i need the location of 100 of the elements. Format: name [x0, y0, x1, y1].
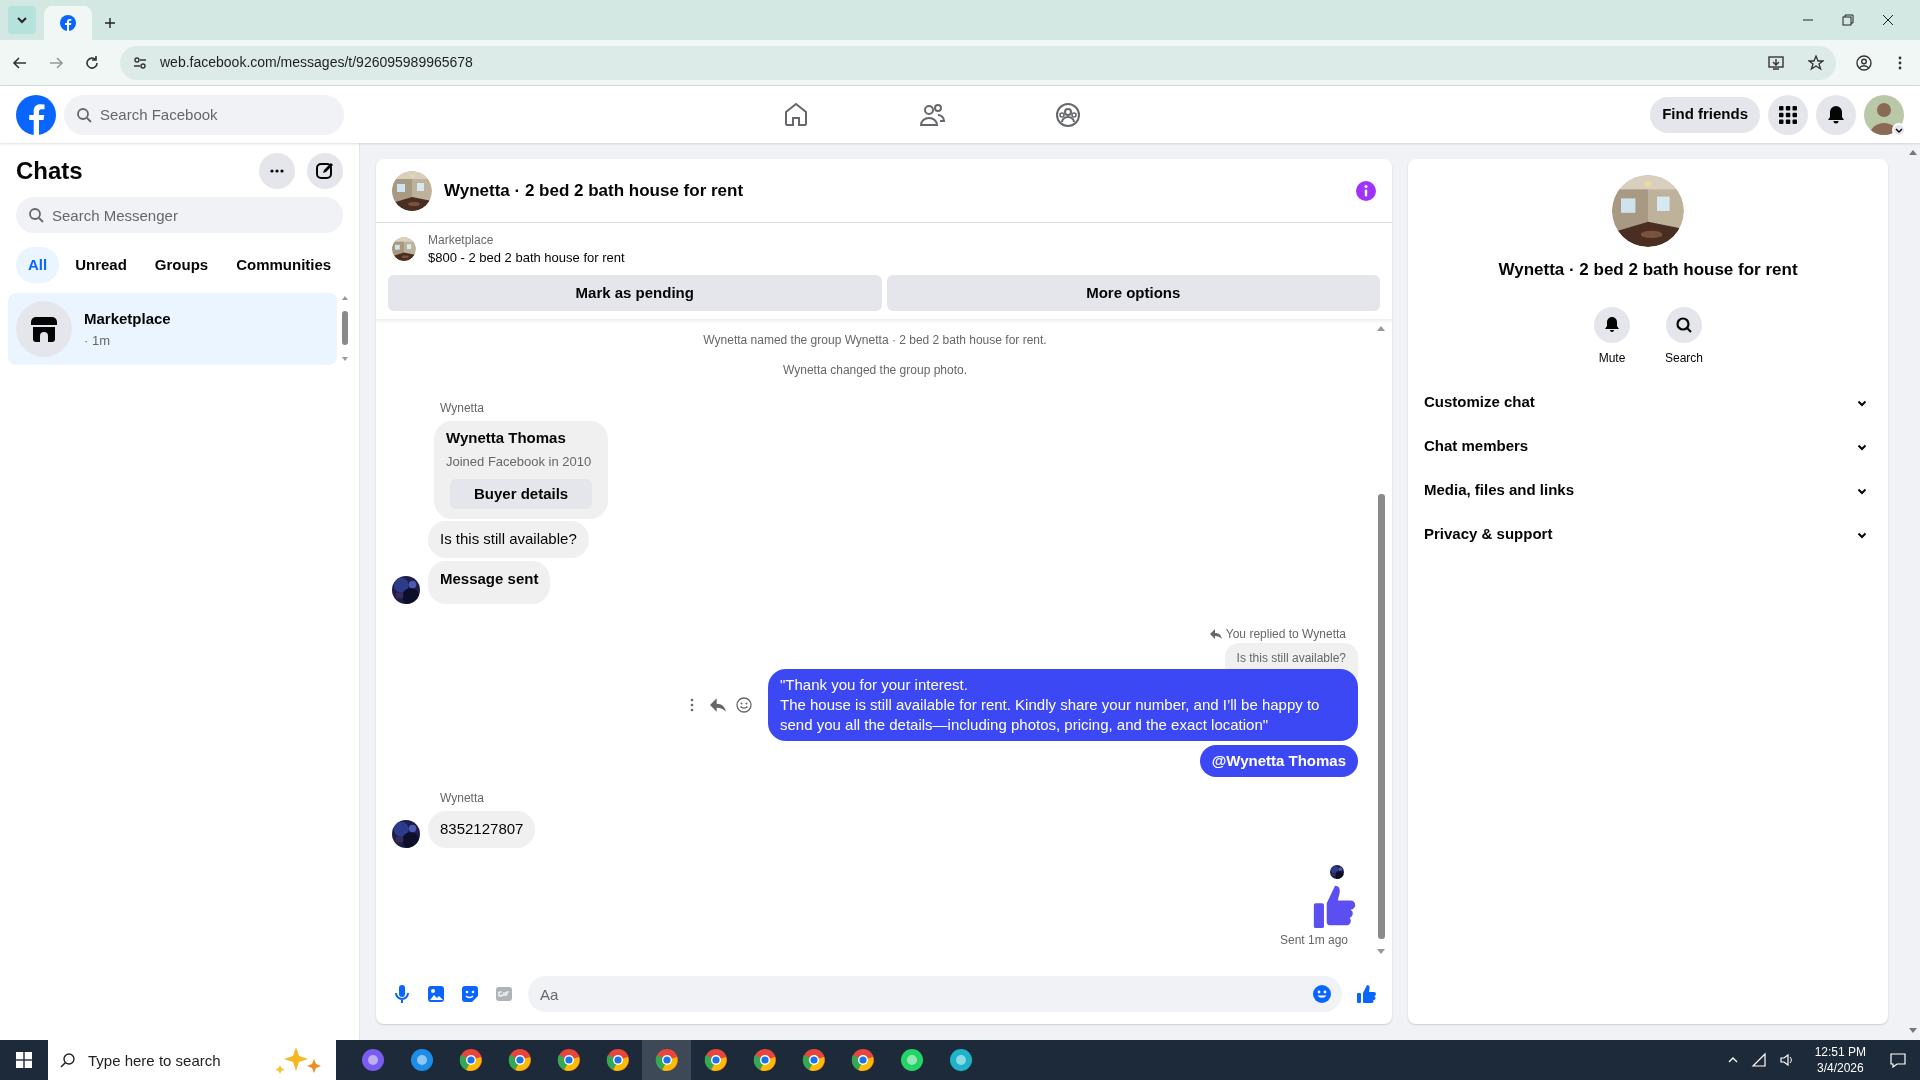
more-options-button[interactable]	[259, 153, 295, 189]
emoji-icon[interactable]	[736, 697, 752, 713]
facebook-logo-icon	[60, 15, 76, 31]
action-label: Search	[1665, 349, 1703, 367]
notifications-button[interactable]	[1816, 94, 1856, 135]
section-row[interactable]: Chat members	[1424, 424, 1872, 469]
chat-title: Wynetta · 2 bed 2 bath house for rent	[444, 179, 745, 202]
system-message: Wynetta changed the group photo.	[783, 362, 967, 379]
compose-icon	[315, 161, 335, 181]
back-icon[interactable]	[12, 54, 28, 71]
section-row[interactable]: Customize chat	[1424, 380, 1872, 425]
emoji-icon[interactable]	[1312, 984, 1332, 1004]
search-icon	[1674, 314, 1694, 335]
chat-time: · 1m	[84, 331, 111, 350]
message-bubble: "Thank you for your interest. The house is still available for rent. Kindly share your number, and I’ll be happy to send you all the details—including photos, pricing, and the exact location"	[768, 669, 1358, 741]
facebook-logo-icon[interactable]	[16, 94, 56, 135]
chrome-icon[interactable]	[556, 1048, 581, 1072]
chrome-icon[interactable]	[801, 1048, 826, 1072]
windows-start-icon[interactable]	[16, 1052, 32, 1068]
card-name: Wynetta Thomas	[446, 428, 567, 448]
find-friends-button[interactable]: Find friends	[1650, 96, 1760, 133]
action-button[interactable]: More options	[886, 275, 1380, 311]
message-bubble: 8352127807	[428, 811, 536, 848]
search-field[interactable]: Search Facebook	[64, 94, 344, 135]
details-title: Wynetta · 2 bed 2 bath house for rent	[1498, 259, 1798, 281]
chrome-icon[interactable]	[703, 1048, 728, 1072]
section-row[interactable]: Media, files and links	[1424, 468, 1872, 513]
reply-icon[interactable]	[710, 697, 726, 713]
filter-tab[interactable]: Unread	[63, 247, 139, 283]
chrome-icon[interactable]	[654, 1048, 679, 1072]
search-icon	[28, 207, 44, 223]
whatsapp-icon[interactable]	[899, 1048, 924, 1072]
chat-list-item[interactable]: Marketplace · 1m	[8, 293, 337, 365]
section-label: Chat members	[1424, 436, 1530, 457]
thumbs-up-icon[interactable]	[1356, 984, 1376, 1004]
browser-tab[interactable]	[44, 6, 92, 40]
forward-icon[interactable]	[48, 54, 64, 71]
microphone-icon[interactable]	[392, 984, 412, 1004]
chrome-icon[interactable]	[850, 1048, 875, 1072]
new-tab-icon[interactable]	[104, 17, 116, 29]
close-icon[interactable]	[1882, 14, 1894, 26]
info-icon[interactable]	[1356, 180, 1376, 201]
bell-icon	[1602, 314, 1622, 335]
taskbar-search-field[interactable]: Type here to search	[48, 1040, 336, 1080]
action-button[interactable]: Mark as pending	[388, 275, 882, 311]
listing-title: $800 - 2 bed 2 bath house for rent	[428, 249, 625, 267]
search-button[interactable]	[1666, 306, 1702, 343]
filter-tab[interactable]: Groups	[142, 247, 221, 283]
reply-note: You replied to Wynetta	[1225, 626, 1346, 643]
profile-icon[interactable]	[1856, 54, 1872, 71]
sender-name: Wynetta	[440, 791, 484, 805]
install-app-icon[interactable]	[1768, 54, 1784, 71]
filter-tab[interactable]: All	[16, 247, 60, 283]
chrome-icon[interactable]	[458, 1048, 483, 1072]
sticker-icon[interactable]	[460, 984, 480, 1004]
chevron-down-icon	[16, 14, 28, 26]
chrome-icon[interactable]	[605, 1048, 630, 1072]
sender-name: Wynetta	[440, 401, 484, 415]
clock-date: 3/4/2026	[1816, 1060, 1864, 1076]
site-settings-icon[interactable]	[132, 54, 148, 71]
message-bubble: Message sent	[428, 560, 551, 604]
search-icon	[60, 1052, 76, 1068]
account-button[interactable]	[1864, 94, 1904, 135]
search-icon	[76, 106, 92, 123]
volume-icon[interactable]	[1778, 1052, 1795, 1068]
chrome-icon[interactable]	[507, 1048, 532, 1072]
reply-icon	[1209, 628, 1222, 640]
tab-list-button[interactable]	[8, 6, 36, 34]
search-field[interactable]: Search Messenger	[16, 197, 343, 233]
app-icon[interactable]	[948, 1048, 973, 1072]
new-message-button[interactable]	[307, 153, 343, 189]
mute-button[interactable]	[1594, 306, 1630, 343]
system-message: Wynetta named the group Wynetta · 2 bed 2 bath house for rent.	[703, 332, 1047, 349]
avatar-icon	[1864, 94, 1904, 135]
address-bar[interactable]: web.facebook.com/messages/t/926095989965678	[120, 45, 1836, 80]
section-label: Media, files and links	[1424, 480, 1576, 501]
reload-icon[interactable]	[84, 54, 100, 71]
notifications-icon[interactable]	[1890, 1052, 1906, 1068]
card-subtitle: Joined Facebook in 2010	[446, 452, 593, 471]
restore-icon[interactable]	[1842, 14, 1854, 26]
filter-tab[interactable]: Communities	[224, 247, 344, 283]
clock-time: 12:51 PM	[1814, 1044, 1866, 1060]
buyer-details-button[interactable]: Buyer details	[450, 479, 593, 509]
grid-menu-icon	[1778, 104, 1798, 125]
action-label: Mute	[1598, 349, 1626, 367]
photo-icon[interactable]	[426, 984, 446, 1004]
message-bubble: @Wynetta Thomas	[1199, 745, 1358, 777]
copilot-icon[interactable]	[360, 1048, 385, 1072]
chat-name: Marketplace	[84, 309, 171, 329]
sent-status: Sent 1m ago	[1279, 931, 1348, 949]
bell-icon	[1826, 104, 1846, 125]
section-label: Customize chat	[1424, 392, 1536, 413]
message-input[interactable]: Aa	[528, 976, 1342, 1012]
menu-button[interactable]	[1768, 94, 1808, 135]
group-circle-icon	[1054, 100, 1083, 129]
network-icon[interactable]	[1750, 1052, 1767, 1068]
section-row[interactable]: Privacy & support	[1424, 512, 1872, 557]
edge-icon[interactable]	[409, 1048, 434, 1072]
bookmark-star-icon[interactable]	[1808, 54, 1824, 71]
chrome-icon[interactable]	[752, 1048, 777, 1072]
